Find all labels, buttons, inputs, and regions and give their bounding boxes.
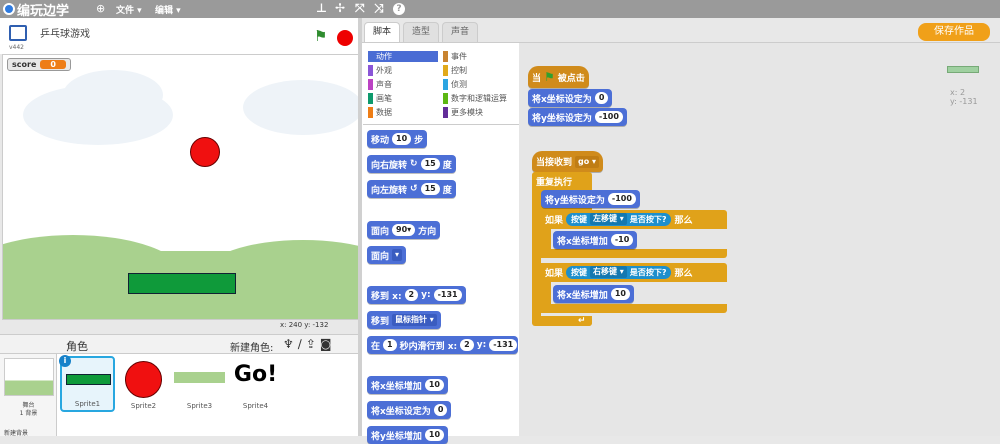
tab-costumes[interactable]: 造型 [403, 22, 440, 42]
block-when-flag-clicked[interactable]: 当 ⚑ 被点击 [528, 66, 589, 88]
block-turn-right[interactable]: 向右旋转 ↻ 15 度 [367, 155, 456, 173]
sprite-pane-header: 角色 新建角色: ♆ ∕ ⇪ ◙ [0, 334, 360, 354]
block-glide[interactable]: 在 1 秒内滑行到 x: 2 y: -131 [367, 336, 518, 354]
category-外观[interactable]: 外观 [368, 65, 438, 76]
stage-selector[interactable]: 舞台 1 背景 新建背景 [0, 354, 57, 437]
block-turn-left[interactable]: 向左旋转 ↺ 15 度 [367, 180, 456, 198]
block-if-right[interactable]: 如果 按键 右移键 ▾ 是否按下? 那么 [541, 263, 697, 281]
cut-icon[interactable]: ✢ [335, 1, 345, 15]
block-set-x[interactable]: 将x坐标设定为 0 [528, 89, 613, 107]
paint-icon[interactable]: ∕ [298, 337, 302, 351]
upload-icon[interactable]: ⇪ [306, 337, 316, 351]
mouse-coords: x: 240 y: -132 [280, 321, 329, 329]
key-pressed-sensor: 按键 左移键 ▾ 是否按下? [566, 212, 672, 226]
sprites-label: 角色 [66, 340, 88, 353]
tab-scripts[interactable]: 脚本 [364, 22, 401, 42]
key-pressed-sensor: 按键 右移键 ▾ 是否按下? [566, 265, 672, 279]
stamp-icon[interactable]: ⊥ [316, 1, 327, 15]
green-flag-icon: ⚑ [544, 70, 555, 84]
cloud [243, 80, 358, 135]
rotate-ccw-icon: ↺ [410, 184, 418, 194]
sprite-thumb-1[interactable]: i Sprite1 [59, 355, 115, 412]
project-title[interactable]: 乒乓球游戏 [40, 25, 90, 40]
stage-thumbnail[interactable] [4, 358, 54, 396]
category-更多模块[interactable]: 更多模块 [443, 107, 483, 118]
vertical-scrollbar[interactable] [991, 44, 999, 434]
category-画笔[interactable]: 画笔 [368, 93, 438, 104]
editor-tabs: 脚本 造型 声音 [364, 22, 479, 42]
category-控制[interactable]: 控制 [443, 65, 467, 76]
block-point-towards[interactable]: 面向 ▾ [367, 246, 407, 264]
sprite-position: x: 2 y: -131 [950, 88, 978, 106]
block-change-x[interactable]: 将x坐标增加 10 [367, 376, 448, 394]
block-set-y[interactable]: 将y坐标设定为 -100 [541, 190, 640, 208]
sprite-preview [947, 66, 979, 73]
category-动作[interactable]: 动作 [368, 51, 438, 62]
tab-sounds[interactable]: 声音 [442, 22, 479, 42]
ball-sprite[interactable] [190, 137, 220, 167]
edit-menu[interactable]: 编辑 ▾ [155, 3, 181, 16]
globe-icon[interactable]: ⊕ [96, 2, 105, 15]
block-when-receive[interactable]: 当接收到 go ▾ [532, 151, 604, 172]
category-数字和逻辑运算[interactable]: 数字和逻辑运算 [443, 93, 507, 104]
paddle-sprite[interactable] [128, 273, 236, 294]
block-move[interactable]: 移动 10 步 [367, 130, 428, 148]
version-label: v442 [9, 44, 25, 51]
file-menu[interactable]: 文件 ▾ [116, 3, 142, 16]
top-menu-bar: 编玩边学 ⊕ 文件 ▾ 编辑 ▾ ⊥ ✢ ⤧ ⤨ ? [0, 0, 1000, 19]
sprite-thumb-3[interactable]: Sprite3 [172, 356, 227, 412]
block-if-left[interactable]: 如果 按键 左移键 ▾ 是否按下? 那么 [541, 210, 697, 228]
block-goto[interactable]: 移到 鼠标指针 ▾ [367, 311, 441, 329]
block-forever[interactable]: 重复执行 [532, 172, 577, 190]
category-侦测[interactable]: 侦测 [443, 79, 467, 90]
sprite-thumb-4[interactable]: Go! Sprite4 [228, 356, 283, 412]
info-icon[interactable]: i [59, 355, 71, 367]
block-goto-xy[interactable]: 移到 x: 2 y: -131 [367, 286, 466, 304]
help-icon[interactable]: ? [393, 3, 405, 15]
camera-icon[interactable]: ◙ [320, 337, 332, 351]
shrink-icon[interactable]: ⤨ [374, 1, 384, 16]
rotate-cw-icon: ↻ [410, 159, 418, 169]
category-声音[interactable]: 声音 [368, 79, 438, 90]
cloud [63, 70, 163, 120]
green-flag-icon[interactable]: ⚑ [314, 29, 327, 44]
category-数据[interactable]: 数据 [368, 107, 438, 118]
block-point-direction[interactable]: 面向 90▾ 方向 [367, 221, 441, 239]
new-sprite-label: 新建角色: [230, 343, 274, 354]
fullscreen-icon[interactable] [9, 25, 27, 41]
stage-header: v442 乒乓球游戏 ⚑ [0, 18, 360, 54]
category-事件[interactable]: 事件 [443, 51, 467, 62]
score-monitor[interactable]: score 0 [7, 58, 71, 71]
save-button[interactable]: 保存作品 [918, 23, 990, 41]
app-logo[interactable]: 编玩边学 [3, 1, 69, 19]
library-icon[interactable]: ♆ [283, 337, 294, 351]
stage-canvas[interactable]: score 0 [2, 54, 359, 320]
block-change-y[interactable]: 将y坐标增加 10 [367, 426, 449, 444]
block-change-x[interactable]: 将x坐标增加 -10 [553, 231, 638, 249]
grow-icon[interactable]: ⤧ [355, 1, 365, 16]
block-change-x[interactable]: 将x坐标增加 10 [553, 285, 634, 303]
block-set-y[interactable]: 将y坐标设定为 -100 [528, 108, 627, 126]
block-set-x[interactable]: 将x坐标设定为 0 [367, 401, 452, 419]
stop-icon[interactable] [337, 30, 353, 46]
loop-arrow-icon: ↵ [578, 316, 586, 326]
sprite-thumb-2[interactable]: Sprite2 [116, 356, 171, 412]
logo-icon [3, 3, 15, 15]
